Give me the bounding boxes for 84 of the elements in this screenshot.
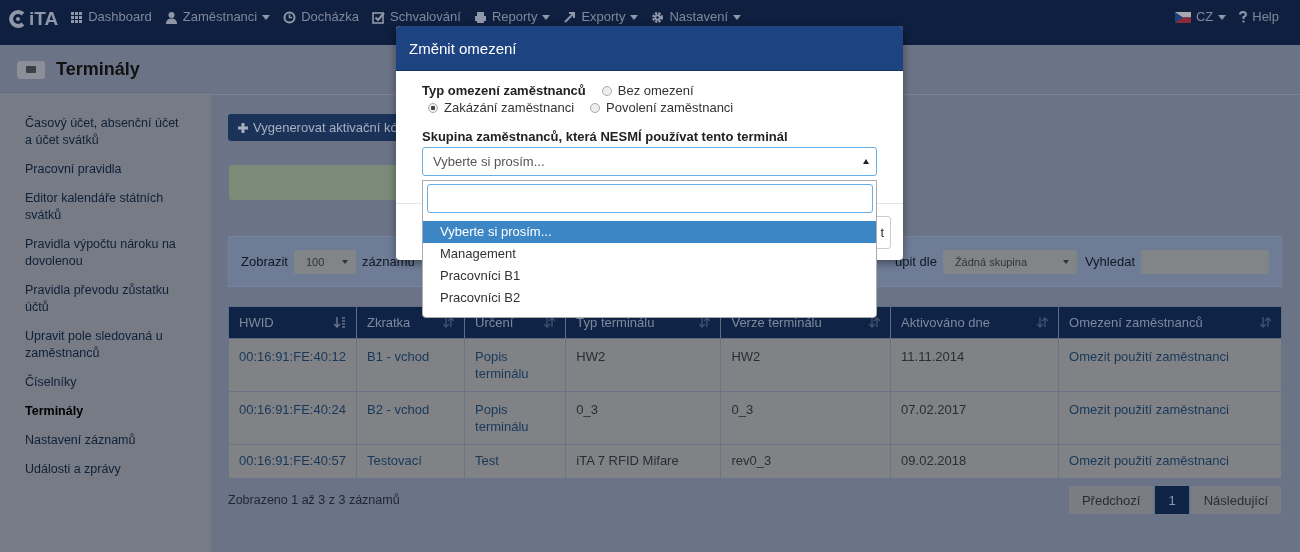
nav-menu-item[interactable]: Exporty — [563, 10, 639, 24]
previous-page-button[interactable]: Předchozí — [1067, 485, 1155, 515]
clock-icon — [283, 10, 297, 24]
dropdown-option[interactable]: Pracovníci B1 — [423, 265, 876, 287]
settings-icon — [651, 10, 665, 24]
cell-link[interactable]: B1 - vchod — [367, 348, 455, 365]
group-select[interactable]: Vyberte si prosím... — [422, 147, 877, 176]
restriction-type-label: Typ omezení zaměstnanců — [422, 83, 586, 98]
checkbox-icon — [372, 10, 386, 24]
language-menu[interactable]: CZ — [1174, 10, 1227, 24]
page-title: Terminály — [56, 59, 140, 80]
cell-text: 11.11.2014 — [901, 348, 966, 365]
cell-link[interactable]: 00:16:91:FE:40:12 — [239, 348, 346, 365]
nav-menu-item[interactable]: Docházka — [283, 10, 360, 24]
page-size-select[interactable]: 100 — [293, 249, 356, 274]
nav-menu-item[interactable]: Reporty — [473, 10, 551, 24]
question-icon — [1239, 11, 1248, 23]
sidebar-item[interactable]: Nastavení záznamů — [0, 432, 210, 449]
cell-text: iTA 7 RFID Mifare — [576, 452, 680, 469]
printer-icon — [473, 10, 487, 24]
cell-text: rev0_3 — [731, 452, 773, 469]
radio-button[interactable] — [601, 85, 612, 96]
cell-link[interactable]: Testovací — [367, 452, 455, 469]
cell-link[interactable]: Test — [475, 452, 556, 469]
cell-link[interactable]: B2 - vchod — [367, 401, 455, 418]
caret-icon — [1218, 14, 1227, 20]
radio-button[interactable] — [590, 102, 601, 113]
logo-text: iTA — [29, 12, 59, 26]
user-icon — [164, 10, 178, 24]
plus-icon — [238, 122, 248, 133]
cell-link[interactable]: Popis terminálu — [475, 348, 556, 382]
cell-text: HW2 — [731, 348, 762, 365]
cell-link[interactable]: 00:16:91:FE:40:24 — [239, 401, 346, 418]
search-label: Vyhledat — [1084, 254, 1135, 269]
flag-icon — [1174, 11, 1191, 23]
sidebar-item[interactable]: Časový účet, absenční účet a účet svátků — [0, 115, 210, 149]
sidebar-item[interactable]: Pravidla převodu zůstatku účtů — [0, 282, 210, 316]
records-summary: Zobrazeno 1 až 3 z 3 záznamů — [228, 493, 400, 507]
radio-option[interactable]: Bez omezení — [595, 83, 694, 98]
cell-text: HW2 — [576, 348, 607, 365]
group-label: Skupina zaměstnanců, která NESMÍ používat tento terminál — [422, 129, 789, 144]
group-select[interactable]: Žádná skupina — [942, 249, 1077, 274]
caret-icon — [1062, 259, 1069, 264]
terminal-icon — [17, 60, 45, 79]
nav-menu-item[interactable]: Dashboard — [70, 10, 152, 24]
dropdown-option[interactable]: Vyberte si prosím... — [423, 221, 876, 243]
cell-link[interactable]: 00:16:91:FE:40:57 — [239, 452, 346, 469]
sidebar-item[interactable]: Editor kalendáře státních svátků — [0, 190, 210, 224]
help-link[interactable]: Help — [1239, 10, 1279, 24]
modal-title: Změnit omezení — [409, 39, 517, 57]
nav-menu-item[interactable]: Schvalování — [372, 10, 461, 24]
radio-option[interactable]: Zakázání zaměstnanci — [422, 100, 575, 115]
group-by-label: upit dle — [894, 254, 937, 269]
column-header[interactable]: HWID — [228, 306, 357, 339]
records-label: záznamu — [361, 254, 415, 269]
column-header[interactable]: Omezení zaměstnanců — [1058, 306, 1282, 339]
cell-link[interactable]: Omezit použití zaměstnanci — [1069, 452, 1271, 469]
cell-link[interactable]: Omezit použití zaměstnanci — [1069, 401, 1271, 418]
dropdown-search-field[interactable] — [427, 184, 873, 213]
sidebar-item[interactable]: Pravidla výpočtu nároku na dovolenou — [0, 236, 210, 270]
cell-text: 09.02.2018 — [901, 452, 968, 469]
sidebar-item[interactable]: Pracovní pravidla — [0, 161, 210, 178]
cell-text: 0_3 — [731, 401, 755, 418]
cell-link[interactable]: Popis terminálu — [475, 401, 556, 435]
sidebar-item[interactable]: Terminály — [0, 403, 210, 420]
cell-link[interactable]: Omezit použití zaměstnanci — [1069, 348, 1271, 365]
dropdown-option[interactable]: Pracovníci B2 — [423, 287, 876, 309]
nav-menu-item[interactable]: Zaměstnanci — [164, 10, 271, 24]
radio-button[interactable] — [428, 102, 438, 113]
arrow-out-icon — [563, 10, 577, 24]
column-header[interactable]: Aktivováno dne — [890, 306, 1059, 339]
sidebar-item[interactable]: Číselníky — [0, 374, 210, 391]
page-button[interactable]: 1 — [1154, 485, 1190, 515]
show-label: Zobrazit — [241, 254, 288, 269]
radio-option[interactable]: Povolení zaměstnanci — [584, 100, 734, 115]
grid-icon — [70, 10, 84, 24]
dropdown-option[interactable]: Management — [423, 243, 876, 265]
next-page-button[interactable]: Následující — [1189, 485, 1282, 515]
sidebar-item[interactable]: Události a zprávy — [0, 461, 210, 478]
nav-menu-item[interactable]: Nastavení — [651, 10, 742, 24]
cell-text: 07.02.2017 — [901, 401, 968, 418]
caret-icon — [341, 259, 348, 264]
sidebar-item[interactable]: Upravit pole sledovaná u zaměstnanců — [0, 328, 210, 362]
cell-text: 0_3 — [576, 401, 600, 418]
